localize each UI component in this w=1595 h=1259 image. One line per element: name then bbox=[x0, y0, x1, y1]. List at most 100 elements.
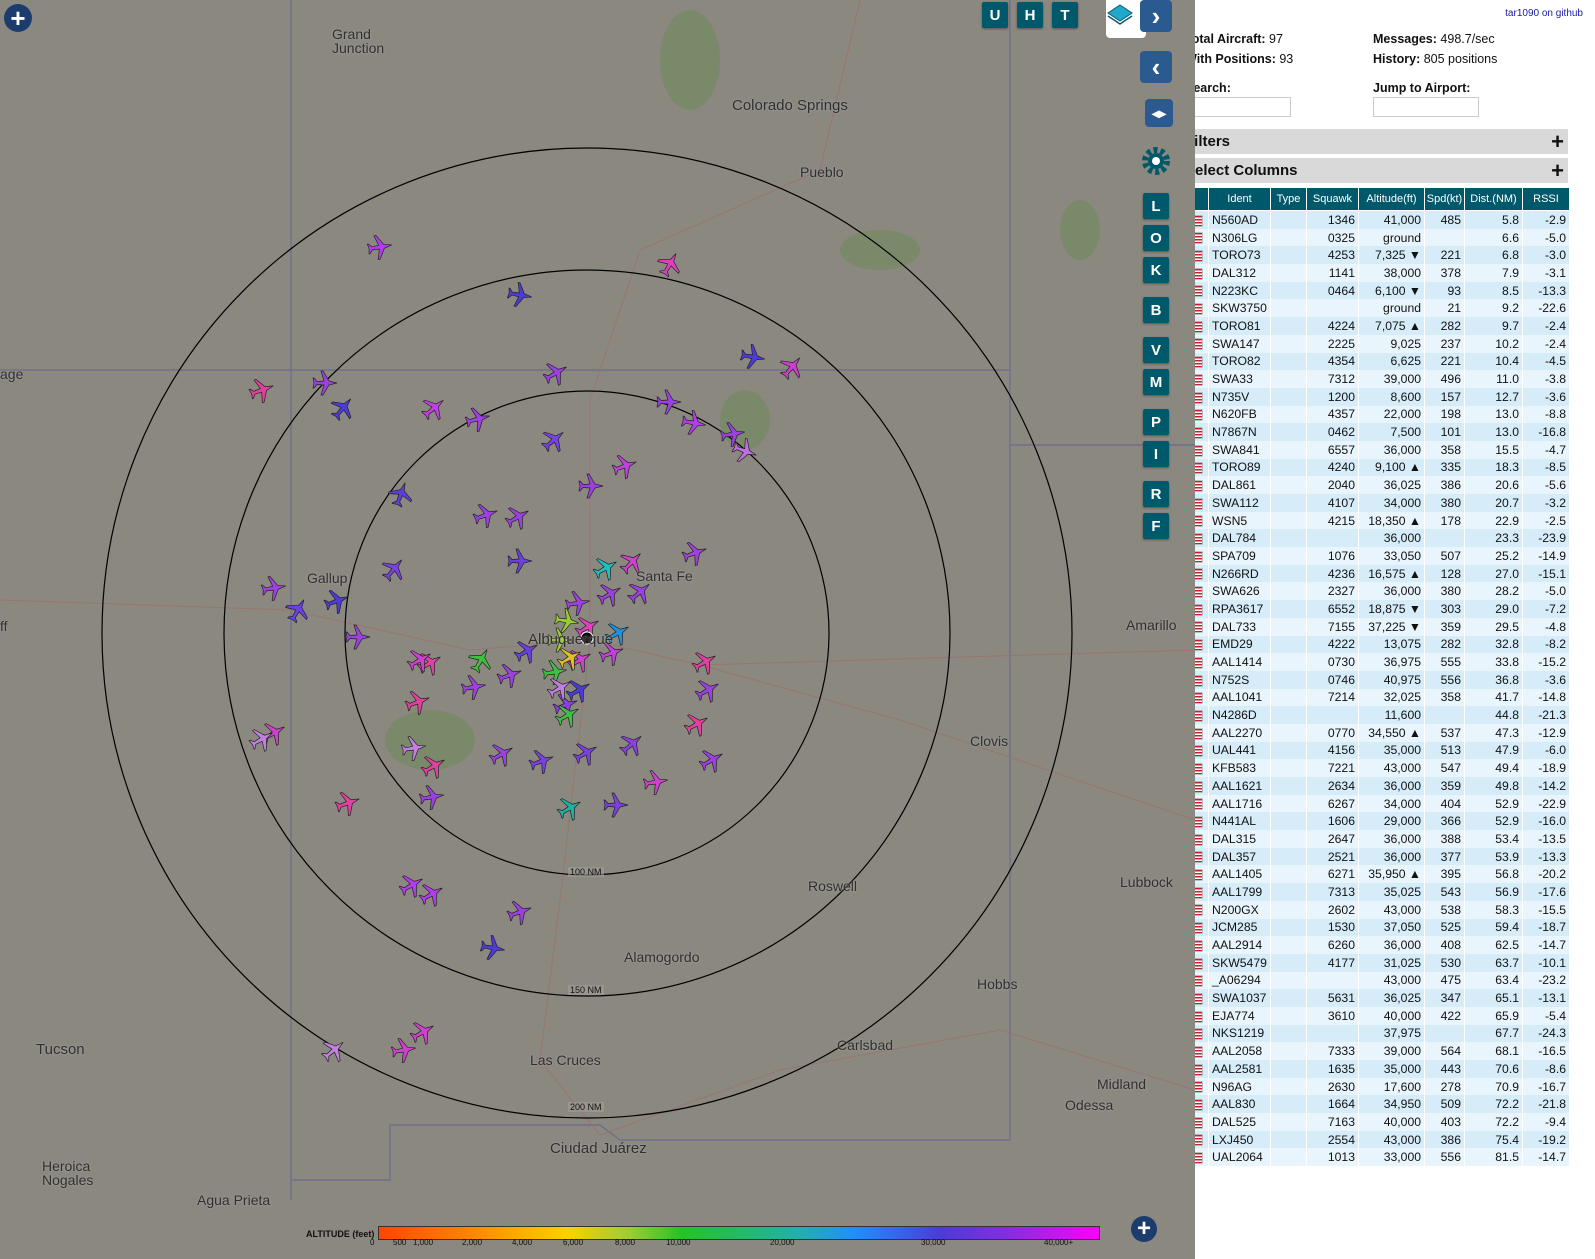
column-header[interactable]: Ident bbox=[1208, 187, 1271, 211]
toggle-button-b[interactable]: B bbox=[1143, 297, 1169, 323]
column-header[interactable] bbox=[1195, 187, 1209, 211]
table-row[interactable]: TORO73 4253 7,325 ▼ 221 6.8 -3.0 bbox=[1195, 246, 1570, 265]
altitude-cell: 18,875 ▼ bbox=[1358, 600, 1425, 618]
table-row[interactable]: AAL2581 1635 35,000 443 70.6 -8.6 bbox=[1195, 1060, 1570, 1078]
table-row[interactable]: N200GX 2602 43,000 538 58.3 -15.5 bbox=[1195, 900, 1570, 919]
altitude-cell: 13,075 bbox=[1358, 635, 1425, 654]
table-row[interactable]: SKW5479 4177 31,025 530 63.7 -10.1 bbox=[1195, 953, 1570, 972]
table-row[interactable]: EJA774 3610 40,000 422 65.9 -5.4 bbox=[1195, 1006, 1570, 1025]
toggle-button-h[interactable]: H bbox=[1017, 2, 1043, 28]
table-row[interactable]: N620FB 4357 22,000 198 13.0 -8.8 bbox=[1195, 405, 1570, 424]
next-button[interactable]: › bbox=[1140, 0, 1172, 32]
toggle-button-o[interactable]: O bbox=[1143, 225, 1169, 251]
table-row[interactable]: SWA1037 5631 36,025 347 65.1 -13.1 bbox=[1195, 989, 1570, 1007]
previous-button[interactable]: ‹ bbox=[1140, 51, 1172, 83]
table-row[interactable]: AAL1716 6267 34,000 404 52.9 -22.9 bbox=[1195, 794, 1570, 813]
toggle-button-f[interactable]: F bbox=[1143, 513, 1169, 539]
column-header[interactable]: Squawk bbox=[1306, 187, 1359, 211]
table-row[interactable]: AAL2058 7333 39,000 564 68.1 -16.5 bbox=[1195, 1042, 1570, 1060]
table-row[interactable]: _A06294 43,000 475 63.4 -23.2 bbox=[1195, 971, 1570, 990]
table-row[interactable]: AAL1405 6271 35,950 ▲ 395 56.8 -20.2 bbox=[1195, 865, 1570, 884]
table-row[interactable]: N441AL 1606 29,000 366 52.9 -16.0 bbox=[1195, 812, 1570, 831]
table-row[interactable]: DAL312 1141 38,000 378 7.9 -3.1 bbox=[1195, 264, 1570, 282]
column-header[interactable]: Type bbox=[1270, 187, 1307, 211]
toggle-button-i[interactable]: I bbox=[1143, 441, 1169, 467]
table-row[interactable]: WSN5 4215 18,350 ▲ 178 22.9 -2.5 bbox=[1195, 511, 1570, 530]
squawk-cell: 0464 bbox=[1306, 281, 1359, 300]
table-row[interactable]: SWA112 4107 34,000 380 20.7 -3.2 bbox=[1195, 494, 1570, 512]
history-value: 805 positions bbox=[1423, 52, 1498, 66]
table-row[interactable]: RPA3617 6552 18,875 ▼ 303 29.0 -7.2 bbox=[1195, 600, 1570, 618]
table-row[interactable]: NKS1219 37,975 67.7 -24.3 bbox=[1195, 1024, 1570, 1043]
table-row[interactable]: KFB583 7221 43,000 547 49.4 -18.9 bbox=[1195, 759, 1570, 777]
table-row[interactable]: AAL2270 0770 34,550 ▲ 537 47.3 -12.9 bbox=[1195, 723, 1570, 742]
table-row[interactable]: AAL2914 6260 36,000 408 62.5 -14.7 bbox=[1195, 936, 1570, 954]
table-row[interactable]: DAL315 2647 36,000 388 53.4 -13.5 bbox=[1195, 830, 1570, 848]
table-row[interactable]: N266RD 4236 16,575 ▲ 128 27.0 -15.1 bbox=[1195, 564, 1570, 583]
table-row[interactable]: LXJ450 2554 43,000 386 75.4 -19.2 bbox=[1195, 1130, 1570, 1149]
column-header[interactable]: Spd(kt) bbox=[1424, 187, 1465, 211]
table-row[interactable]: N4286D 11,600 44.8 -21.3 bbox=[1195, 706, 1570, 724]
table-row[interactable]: TORO82 4354 6,625 221 10.4 -4.5 bbox=[1195, 352, 1570, 371]
table-row[interactable]: TORO81 4224 7,075 ▲ 282 9.7 -2.4 bbox=[1195, 317, 1570, 335]
table-row[interactable]: N223KC 0464 6,100 ▼ 93 8.5 -13.3 bbox=[1195, 281, 1570, 300]
expand-sidebar-button[interactable]: ◂▸ bbox=[1145, 99, 1173, 127]
table-row[interactable]: EMD29 4222 13,075 282 32.8 -8.2 bbox=[1195, 635, 1570, 654]
toggle-button-k[interactable]: K bbox=[1143, 257, 1169, 283]
us-flag-icon bbox=[1195, 534, 1202, 544]
type-cell bbox=[1270, 883, 1307, 901]
table-row[interactable]: N96AG 2630 17,600 278 70.9 -16.7 bbox=[1195, 1077, 1570, 1096]
us-flag-icon bbox=[1195, 710, 1202, 721]
github-link[interactable]: tar1090 on github bbox=[1505, 8, 1583, 19]
table-row[interactable]: AAL1621 2634 36,000 359 49.8 -14.2 bbox=[1195, 777, 1570, 795]
search-input[interactable] bbox=[1195, 97, 1291, 117]
toggle-button-v[interactable]: V bbox=[1143, 337, 1169, 363]
us-flag-icon bbox=[1195, 233, 1202, 244]
table-row[interactable]: N560AD 1346 41,000 485 5.8 -2.9 bbox=[1195, 210, 1570, 229]
table-row[interactable]: SWA33 7312 39,000 496 11.0 -3.8 bbox=[1195, 370, 1570, 388]
table-row[interactable]: JCM285 1530 37,050 525 59.4 -18.7 bbox=[1195, 918, 1570, 937]
table-row[interactable]: UAL2064 1013 33,000 556 81.5 -14.7 bbox=[1195, 1148, 1570, 1167]
toggle-button-r[interactable]: R bbox=[1143, 481, 1169, 507]
toggle-button-p[interactable]: P bbox=[1143, 409, 1169, 435]
toggle-button-m[interactable]: M bbox=[1143, 369, 1169, 395]
table-row[interactable]: AAL1041 7214 32,025 358 41.7 -14.8 bbox=[1195, 688, 1570, 707]
settings-button[interactable] bbox=[1139, 144, 1173, 178]
select-columns-header[interactable]: Select Columns + bbox=[1195, 158, 1568, 183]
zoom-button[interactable]: + bbox=[1131, 1216, 1157, 1242]
jump-to-airport-input[interactable] bbox=[1373, 97, 1479, 117]
table-row[interactable]: DAL861 2040 36,025 386 20.6 -5.6 bbox=[1195, 476, 1570, 494]
toggle-button-u[interactable]: U bbox=[982, 2, 1008, 28]
table-row[interactable]: DAL733 7155 37,225 ▼ 359 29.5 -4.8 bbox=[1195, 617, 1570, 636]
table-row[interactable]: N306LG 0325 ground 6.6 -5.0 bbox=[1195, 228, 1570, 247]
ident-cell: N200GX bbox=[1208, 900, 1271, 919]
table-row[interactable]: DAL357 2521 36,000 377 53.9 -13.3 bbox=[1195, 847, 1570, 866]
table-row[interactable]: AAL1799 7313 35,025 543 56.9 -17.6 bbox=[1195, 883, 1570, 901]
table-row[interactable]: UAL441 4156 35,000 513 47.9 -6.0 bbox=[1195, 741, 1570, 760]
table-row[interactable]: DAL784 36,000 23.3 -23.9 bbox=[1195, 529, 1570, 548]
zoom-in-button[interactable]: + bbox=[4, 4, 32, 32]
toggle-button-l[interactable]: L bbox=[1143, 193, 1169, 219]
column-header[interactable]: RSSI bbox=[1522, 187, 1570, 211]
table-row[interactable]: SWA147 2225 9,025 237 10.2 -2.4 bbox=[1195, 334, 1570, 353]
table-row[interactable]: SWA626 2327 36,000 380 28.2 -5.0 bbox=[1195, 582, 1570, 601]
flag-cell bbox=[1195, 564, 1209, 583]
table-row[interactable]: N735V 1200 8,600 157 12.7 -3.6 bbox=[1195, 387, 1570, 406]
table-row[interactable]: N7867N 0462 7,500 101 13.0 -16.8 bbox=[1195, 423, 1570, 441]
table-row[interactable]: SPA709 1076 33,050 507 25.2 -14.9 bbox=[1195, 547, 1570, 565]
table-row[interactable]: AAL830 1664 34,950 509 72.2 -21.8 bbox=[1195, 1095, 1570, 1114]
type-cell bbox=[1270, 953, 1307, 972]
column-header[interactable]: Altitude(ft) bbox=[1358, 187, 1425, 211]
table-row[interactable]: AAL1414 0730 36,975 555 33.8 -15.2 bbox=[1195, 653, 1570, 671]
column-header[interactable]: Dist.(NM) bbox=[1464, 187, 1523, 211]
table-row[interactable]: SWA841 6557 36,000 358 15.5 -4.7 bbox=[1195, 440, 1570, 459]
map-canvas[interactable] bbox=[0, 0, 1195, 1259]
altitude-cell: 34,000 bbox=[1358, 494, 1425, 512]
filters-header[interactable]: Filters + bbox=[1195, 129, 1568, 154]
table-row[interactable]: TORO89 4240 9,100 ▲ 335 18.3 -8.5 bbox=[1195, 458, 1570, 477]
toggle-button-t[interactable]: T bbox=[1052, 2, 1078, 28]
table-row[interactable]: DAL525 7163 40,000 403 72.2 -9.4 bbox=[1195, 1113, 1570, 1131]
map-view[interactable]: Grand Junction Colorado Springs Pueblo Gall… bbox=[0, 0, 1195, 1259]
table-row[interactable]: SKW3750 ground 21 9.2 -22.6 bbox=[1195, 299, 1570, 318]
table-row[interactable]: N752S 0746 40,975 556 36.8 -3.6 bbox=[1195, 670, 1570, 689]
